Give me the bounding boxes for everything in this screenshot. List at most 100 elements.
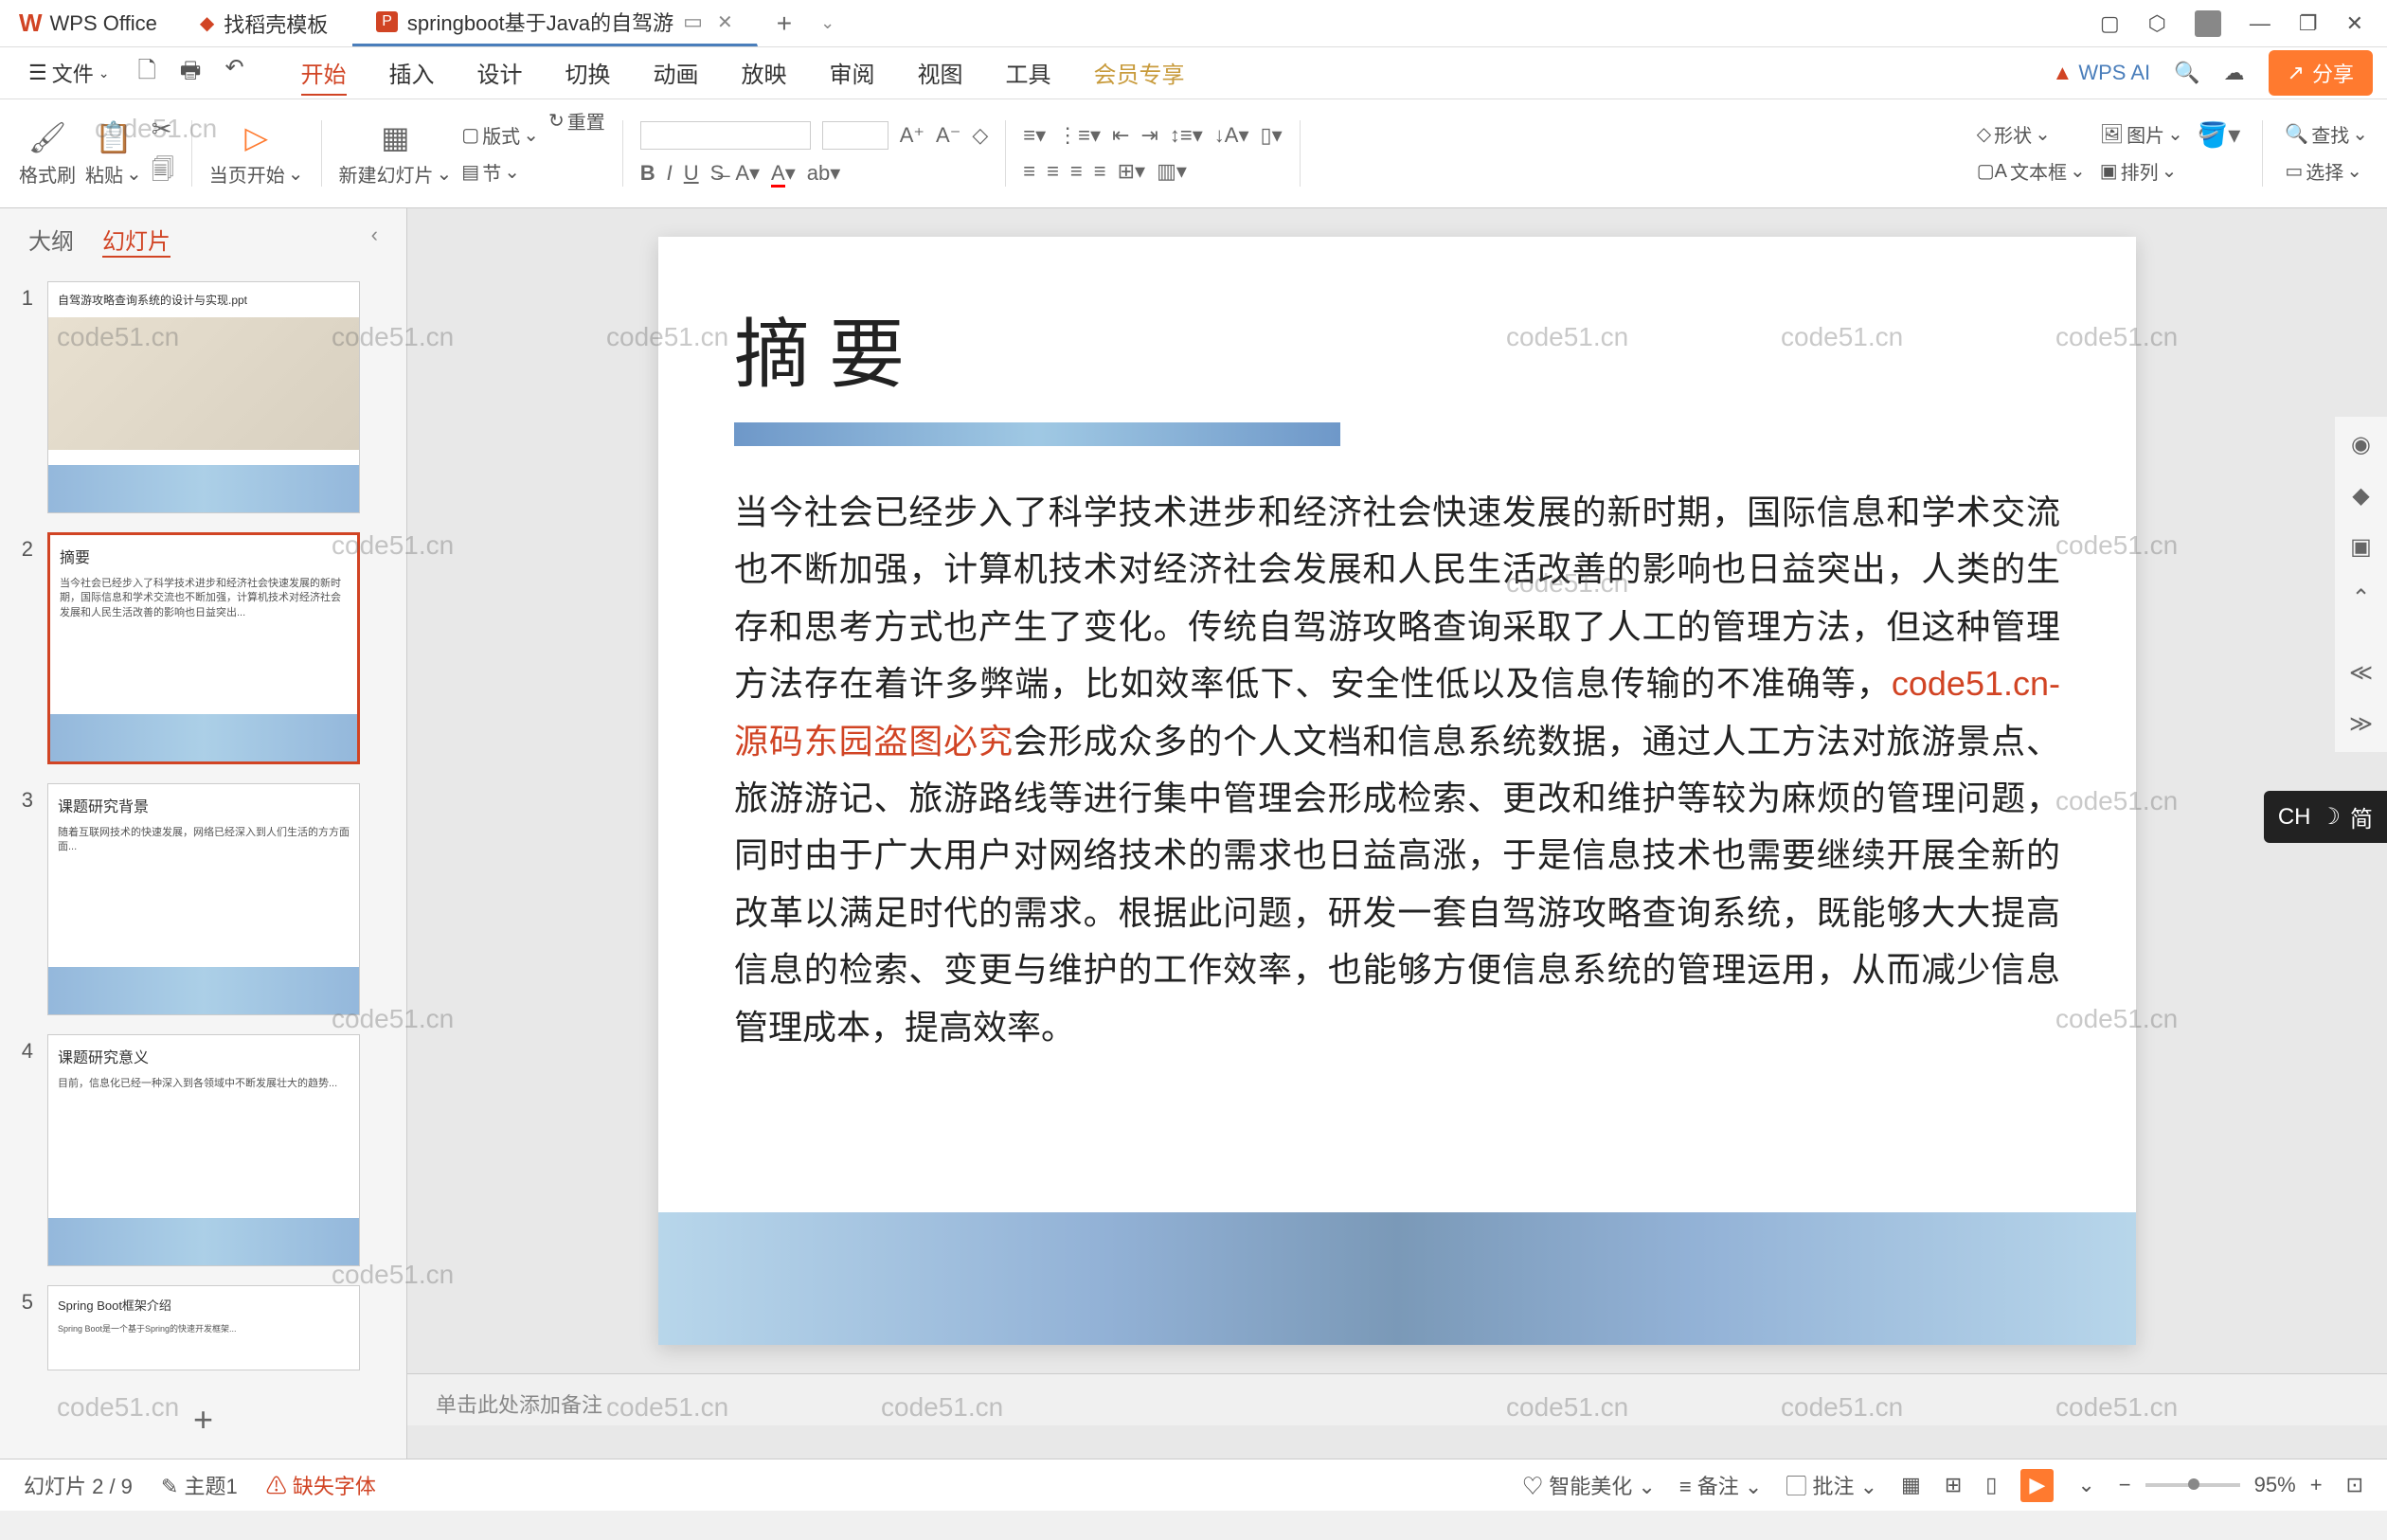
tab-review[interactable]: 审阅 (830, 51, 875, 96)
notes-toggle[interactable]: ≡ 备注 ⌄ (1679, 1470, 1763, 1500)
align-center-icon[interactable]: ≡ (1047, 159, 1059, 184)
slideshow-dropdown-icon[interactable]: ⌄ (2077, 1473, 2094, 1497)
textbox-dropdown[interactable]: ▢A 文本框 ⌄ (1977, 157, 2086, 185)
tab-document[interactable]: P springboot基于Java的自驾游 ▭ ✕ (352, 0, 757, 46)
select-dropdown[interactable]: ▭ 选择 ⌄ (2285, 157, 2368, 185)
font-family-dropdown[interactable] (640, 121, 811, 150)
thumb-5[interactable]: Spring Boot框架介绍 Spring Boot是一个基于Spring的快… (47, 1285, 360, 1370)
fit-icon[interactable]: ⊡ (2346, 1473, 2363, 1497)
thumb-4[interactable]: 课题研究意义 目前，信息化已经一种深入到各领域中不断发展壮大的趋势... (47, 1034, 360, 1266)
minimize-button[interactable]: — (2250, 11, 2270, 36)
tool-icon-2[interactable]: ◆ (2352, 482, 2369, 510)
slides-tab[interactable]: 幻灯片 (102, 223, 170, 258)
paste-button[interactable]: 📋粘贴 ⌄ (85, 119, 142, 188)
format-painter-button[interactable]: 🖌格式刷 (19, 119, 76, 188)
thumb-item[interactable]: 2 摘要 当今社会已经步入了科学技术进步和经济社会快速发展的新时期，国际信息和学… (9, 532, 397, 764)
wps-ai-button[interactable]: ▲ WPS AI (2052, 61, 2150, 85)
tab-start[interactable]: 开始 (301, 51, 347, 96)
collapse-panel-icon[interactable]: ‹ (371, 223, 378, 258)
slideshow-button[interactable]: ▶ (2020, 1469, 2054, 1502)
tool-icon-3[interactable]: ▣ (2350, 533, 2372, 561)
tab-tools[interactable]: 工具 (1006, 51, 1051, 96)
italic-icon[interactable]: I (667, 161, 673, 186)
view-sorter-icon[interactable]: ⊞ (1945, 1473, 1962, 1497)
picture-dropdown[interactable]: 🖼 图片 ⌄ (2100, 120, 2183, 148)
review-toggle[interactable]: ▢ 批注 ⌄ (1786, 1470, 1877, 1500)
add-tab-button[interactable]: + (758, 9, 811, 39)
tab-templates[interactable]: ◆ 找稻壳模板 (176, 0, 352, 46)
theme-label[interactable]: ✎ 主题1 (161, 1470, 238, 1500)
new-slide-button[interactable]: ▦新建幻灯片 ⌄ (339, 119, 453, 188)
qat-icon-3[interactable]: ↶ (224, 54, 243, 93)
bold-icon[interactable]: B (640, 161, 655, 186)
scroll-up-icon[interactable]: ⌃ (2351, 584, 2370, 612)
indent-left-icon[interactable]: ⇤ (1112, 123, 1129, 148)
section-dropdown[interactable]: ▤ 节 ⌄ (461, 158, 539, 186)
add-slide-button[interactable]: + (0, 1381, 406, 1459)
from-current-button[interactable]: ▷当页开始 ⌄ (209, 119, 304, 188)
thumb-1[interactable]: 自驾游攻略查询系统的设计与实现.ppt (47, 281, 360, 513)
text-effect-icon[interactable]: ab▾ (807, 161, 841, 186)
font-size-dropdown[interactable] (822, 121, 888, 150)
text-direction-icon[interactable]: ↓A▾ (1214, 123, 1249, 148)
search-icon[interactable]: 🔍 (2174, 61, 2199, 85)
align-text-icon[interactable]: ▯▾ (1261, 123, 1283, 148)
thumb-item[interactable]: 1 自驾游攻略查询系统的设计与实现.ppt (9, 281, 397, 513)
file-menu[interactable]: ☰ 文件 ⌄ (14, 58, 123, 88)
tab-design[interactable]: 设计 (477, 51, 523, 96)
thumb-3[interactable]: 课题研究背景 随着互联网技术的快速发展，网络已经深入到人们生活的方方面面... (47, 783, 360, 1015)
share-button[interactable]: ↗ 分享 (2269, 50, 2373, 96)
reset-button[interactable]: ↻ 重置 (548, 107, 605, 134)
prev-slide-icon[interactable]: ≪ (2349, 659, 2373, 687)
layout-dropdown[interactable]: ▢ 版式 ⌄ (461, 121, 539, 149)
tab-vip[interactable]: 会员专享 (1094, 51, 1185, 96)
find-dropdown[interactable]: 🔍 查找 ⌄ (2285, 120, 2368, 148)
qat-icon-2[interactable]: 🖶 (180, 54, 202, 93)
window-icon-1[interactable]: ▢ (2100, 11, 2120, 36)
tab-view[interactable]: 视图 (918, 51, 963, 96)
align-right-icon[interactable]: ≡ (1070, 159, 1083, 184)
zoom-in-icon[interactable]: + (2310, 1473, 2323, 1497)
view-normal-icon[interactable]: ▦ (1901, 1473, 1921, 1497)
tool-icon-1[interactable]: ◉ (2351, 431, 2371, 458)
thumb-2[interactable]: 摘要 当今社会已经步入了科学技术进步和经济社会快速发展的新时期，国际信息和学术交… (47, 532, 360, 764)
zoom-out-icon[interactable]: − (2119, 1473, 2131, 1497)
tab-menu-icon[interactable]: ⌄ (820, 13, 835, 33)
zoom-slider[interactable] (2145, 1483, 2240, 1487)
arrange-dropdown[interactable]: ▣ 排列 ⌄ (2100, 157, 2183, 185)
clear-format-icon[interactable]: ◇ (972, 123, 988, 148)
indent-right-icon[interactable]: ⇥ (1140, 123, 1158, 148)
align-justify-icon[interactable]: ≡ (1094, 159, 1106, 184)
slide-canvas[interactable]: 摘 要 当今社会已经步入了科学技术进步和经济社会快速发展的新时期，国际信息和学术… (658, 237, 2136, 1345)
decrease-font-icon[interactable]: A⁻ (936, 123, 960, 148)
bullets-icon[interactable]: ≡▾ (1023, 123, 1046, 148)
notes-area[interactable]: 单击此处添加备注 (407, 1373, 2387, 1425)
maximize-button[interactable]: ❐ (2299, 11, 2318, 36)
fill-icon[interactable]: 🪣▾ (2198, 120, 2240, 187)
distribute-icon[interactable]: ⊞▾ (1118, 159, 1145, 184)
cut-icon[interactable]: ✂ (152, 115, 174, 144)
align-left-icon[interactable]: ≡ (1023, 159, 1035, 184)
view-reading-icon[interactable]: ▯ (1985, 1473, 1997, 1497)
font-color-icon[interactable]: A▾ (771, 161, 796, 186)
cloud-icon[interactable]: ☁ (2224, 61, 2245, 85)
tab-transition[interactable]: 切换 (565, 51, 611, 96)
next-slide-icon[interactable]: ≫ (2349, 710, 2373, 738)
thumb-item[interactable]: 3 课题研究背景 随着互联网技术的快速发展，网络已经深入到人们生活的方方面面..… (9, 783, 397, 1015)
tab-slideshow[interactable]: 放映 (742, 51, 787, 96)
line-spacing-icon[interactable]: ↕≡▾ (1170, 123, 1203, 148)
avatar-icon[interactable] (2195, 10, 2221, 37)
missing-font-warning[interactable]: ⚠ 缺失字体 (266, 1470, 376, 1500)
ime-indicator[interactable]: CH ☽ 简 (2264, 791, 2387, 843)
highlight-icon[interactable]: A▾ (735, 161, 760, 186)
strike-icon[interactable]: S̶ (710, 161, 725, 186)
tab-insert[interactable]: 插入 (389, 51, 435, 96)
qat-icon-1[interactable]: 🗋 (137, 54, 155, 93)
close-window-button[interactable]: ✕ (2346, 11, 2363, 36)
columns-icon[interactable]: ▥▾ (1157, 159, 1187, 184)
thumb-item[interactable]: 4 课题研究意义 目前，信息化已经一种深入到各领域中不断发展壮大的趋势... (9, 1034, 397, 1266)
outline-tab[interactable]: 大纲 (28, 223, 74, 258)
smart-beautify-button[interactable]: ♡ 智能美化 ⌄ (1522, 1470, 1656, 1500)
window-icon-2[interactable]: ⬡ (2148, 11, 2166, 36)
increase-font-icon[interactable]: A⁺ (900, 123, 924, 148)
